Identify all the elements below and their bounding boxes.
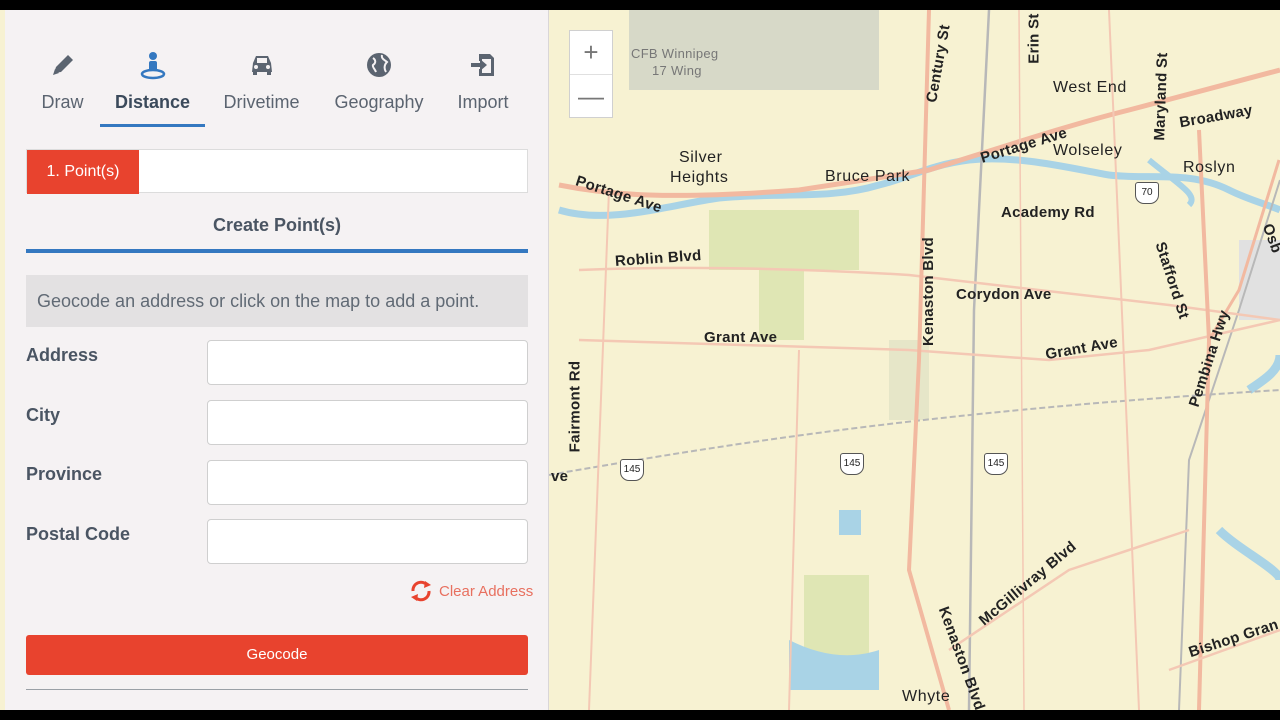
tab-drivetime[interactable]: Drivetime	[215, 45, 308, 130]
map-label-wolseley: Wolseley	[1053, 142, 1123, 159]
map-label-fairmont: Fairmont Rd	[566, 360, 584, 453]
highway-145-shield: 145	[984, 453, 1008, 475]
river-east	[1246, 354, 1280, 394]
clear-address-label: Clear Address	[439, 582, 534, 600]
sidebar: Draw Distance Drivetime Geography Import…	[5, 10, 549, 710]
clear-address-link[interactable]: Clear Address	[409, 580, 533, 602]
tab-import[interactable]: Import	[450, 45, 516, 130]
map-label-academy: Academy Rd	[1001, 204, 1095, 221]
geocode-button[interactable]: Geocode	[26, 635, 528, 675]
map-label-whyte: Whyte	[902, 688, 951, 705]
zoom-control: + —	[569, 30, 613, 118]
tab-import-label: Import	[457, 92, 509, 112]
zoom-out-button[interactable]: —	[570, 75, 612, 118]
pembina-hwy-road	[1197, 129, 1212, 710]
pond	[839, 510, 861, 535]
tab-draw[interactable]: Draw	[35, 45, 90, 130]
map-label-roslyn: Roslyn	[1183, 159, 1236, 176]
province-label: Province	[26, 464, 103, 484]
car-icon	[251, 56, 272, 75]
river	[557, 155, 1280, 219]
hint-message: Geocode an address or click on the map t…	[26, 275, 528, 327]
tab-distance[interactable]: Distance	[100, 45, 205, 130]
postal-code-input[interactable]	[207, 519, 528, 564]
map-label-silver: Silver	[679, 149, 723, 166]
map-label-corydon: Corydon Ave	[956, 286, 1052, 303]
park	[709, 210, 859, 270]
map-label-kenaston-north: Kenaston Blvd	[919, 237, 937, 346]
map-label-grant-west: Grant Ave	[704, 329, 778, 346]
section-title: Create Point(s)	[212, 215, 342, 235]
person-pin-icon	[140, 52, 165, 80]
rail-line	[967, 10, 991, 710]
section-divider	[26, 249, 528, 253]
map-label-maryland: Maryland St	[1151, 52, 1172, 141]
highway-70-shield: 70	[1135, 182, 1159, 204]
city-input[interactable]	[207, 400, 528, 445]
map-label-heights: Heights	[670, 169, 729, 186]
bottom-divider	[26, 689, 528, 690]
postal-code-label: Postal Code	[26, 524, 131, 544]
active-tab-underline	[100, 124, 205, 127]
highway-145-shield: 145	[620, 459, 644, 481]
river-south	[1215, 526, 1280, 582]
map-label-ave-edge: ve	[551, 468, 569, 485]
zoom-in-button[interactable]: +	[570, 31, 612, 75]
refresh-icon	[411, 580, 431, 602]
step-bar: 1. Point(s)	[26, 149, 528, 194]
map-view[interactable]: + — CFB Winnipeg 17 Wing West End Broadw…	[549, 10, 1280, 710]
tab-drivetime-label: Drivetime	[223, 92, 300, 112]
step-tag[interactable]: 1. Point(s)	[27, 150, 139, 194]
tab-geography[interactable]: Geography	[325, 45, 433, 130]
map-label-bruce-park: Bruce Park	[825, 168, 911, 185]
tab-distance-label: Distance	[114, 92, 191, 112]
address-input[interactable]	[207, 340, 528, 385]
road	[1018, 10, 1025, 710]
highway-145-shield: 145	[840, 453, 864, 475]
map-label-wing: 17 Wing	[652, 63, 702, 78]
pencil-icon	[52, 55, 73, 75]
city-label: City	[26, 405, 61, 425]
tab-geography-label: Geography	[334, 92, 424, 112]
globe-icon	[367, 53, 391, 77]
import-icon	[471, 54, 494, 76]
map-label-west-end: West End	[1053, 79, 1127, 96]
map-canvas	[549, 10, 1280, 710]
map-label-erin: Erin St	[1025, 13, 1043, 64]
province-input[interactable]	[207, 460, 528, 505]
road	[1108, 10, 1140, 710]
tab-draw-label: Draw	[41, 92, 84, 112]
address-label: Address	[26, 345, 99, 365]
map-label-cfb: CFB Winnipeg	[631, 46, 719, 61]
tab-bar: Draw Distance Drivetime Geography Import	[5, 45, 548, 130]
